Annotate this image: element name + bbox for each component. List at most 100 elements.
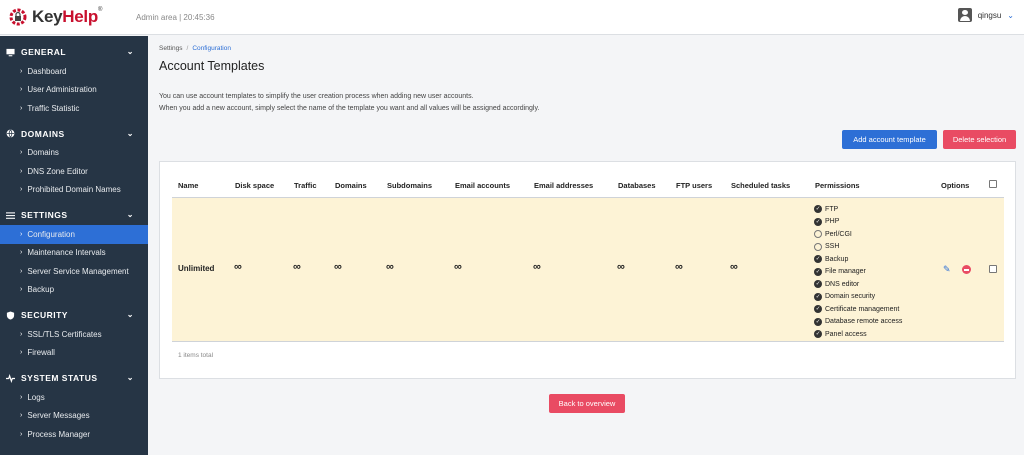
sidebar-item-traffic-statistic[interactable]: › Traffic Statistic <box>0 99 148 118</box>
col-email-addresses[interactable]: Email addresses <box>534 181 593 190</box>
scheduled-tasks-value: ∞ <box>730 261 738 273</box>
col-disk-space[interactable]: Disk space <box>235 181 274 190</box>
permission-item: ✓ Certificate management <box>814 303 902 316</box>
table-row[interactable]: Unlimited ∞ ∞ ∞ ∞ ∞ ∞ ∞ ∞ ∞ ✓ FTP ✓ PHP Perl… <box>172 198 1004 342</box>
col-name[interactable]: Name <box>178 181 198 190</box>
sidebar-section-general[interactable]: GENERAL ⌄ <box>0 42 148 62</box>
keyhelp-logo[interactable]: KeyHelp® <box>0 0 140 35</box>
section-title: SYSTEM STATUS <box>21 373 98 383</box>
permission-label: DNS editor <box>825 280 860 288</box>
sidebar-item-server-messages[interactable]: › Server Messages <box>0 407 148 426</box>
breadcrumb-settings[interactable]: Settings <box>159 45 183 52</box>
chevron-right-icon: › <box>20 412 23 420</box>
globe-icon <box>6 129 15 138</box>
empty-circle-icon <box>814 230 822 239</box>
check-circle-icon: ✓ <box>814 305 822 314</box>
sidebar-item-user-administration[interactable]: › User Administration <box>0 81 148 100</box>
shield-icon <box>6 310 15 320</box>
sidebar-item-prohibited-domain-names[interactable]: › Prohibited Domain Names <box>0 181 148 200</box>
sidebar-section-settings[interactable]: SETTINGS ⌄ <box>0 205 148 225</box>
chevron-right-icon: › <box>20 393 23 401</box>
delete-icon[interactable] <box>962 265 971 274</box>
permission-item: ✓ File manager <box>814 266 902 279</box>
permission-item: ✓ DNS editor <box>814 278 902 291</box>
sidebar-item-server-service-management[interactable]: › Server Service Management <box>0 262 148 281</box>
col-scheduled-tasks[interactable]: Scheduled tasks <box>731 181 790 190</box>
col-domains[interactable]: Domains <box>335 181 367 190</box>
permission-label: File manager <box>825 268 866 276</box>
sliders-icon <box>6 211 15 219</box>
sidebar-item-configuration[interactable]: › Configuration <box>0 225 148 244</box>
add-account-template-button[interactable]: Add account template <box>842 130 937 149</box>
page-description: You can use account templates to simplif… <box>159 93 540 112</box>
sidebar-section-system-status[interactable]: SYSTEM STATUS ⌄ <box>0 368 148 388</box>
col-permissions: Permissions <box>815 181 860 190</box>
traffic-value: ∞ <box>293 261 301 273</box>
chevron-right-icon: › <box>20 149 23 157</box>
admin-area-clock: Admin area | 20:45:36 <box>136 12 215 22</box>
username: qingsu <box>977 10 1002 20</box>
chevron-down-icon: ⌄ <box>1007 10 1014 20</box>
sidebar: GENERAL ⌄ › Dashboard › User Administratio… <box>0 36 148 455</box>
permission-item: ✓ Backup <box>814 253 902 266</box>
back-to-overview-button[interactable]: Back to overview <box>549 394 625 413</box>
sidebar-item-process-manager[interactable]: › Process Manager <box>0 425 148 444</box>
col-traffic[interactable]: Traffic <box>294 181 317 190</box>
chevron-down-icon: ⌄ <box>126 310 134 319</box>
templates-table: Name Disk space Traffic Domains Subdomai… <box>172 174 1004 368</box>
col-subdomains[interactable]: Subdomains <box>387 181 432 190</box>
chevron-right-icon: › <box>20 67 23 75</box>
delete-selection-button[interactable]: Delete selection <box>943 130 1016 149</box>
user-menu[interactable]: qingsu ⌄ <box>957 8 1014 22</box>
sidebar-item-ssl-tls-certificates[interactable]: › SSL/TLS Certificates <box>0 325 148 344</box>
page-title: Account Templates <box>159 59 265 73</box>
sidebar-item-backup[interactable]: › Backup <box>0 281 148 300</box>
subdomains-value: ∞ <box>386 261 394 273</box>
permission-label: Perl/CGI <box>825 230 852 238</box>
permission-label: Certificate management <box>825 305 900 313</box>
logo-text: KeyHelp® <box>32 7 103 26</box>
chevron-right-icon: › <box>20 186 23 194</box>
col-ftp-users[interactable]: FTP users <box>676 181 712 190</box>
empty-circle-icon <box>814 242 822 251</box>
template-name[interactable]: Unlimited <box>178 264 214 273</box>
permission-item: ✓ Panel access <box>814 328 902 341</box>
permission-label: Backup <box>825 255 849 263</box>
permission-item: ✓ PHP <box>814 216 902 229</box>
items-total: 1 items total <box>178 352 214 359</box>
sidebar-item-maintenance-intervals[interactable]: › Maintenance Intervals <box>0 244 148 263</box>
databases-value: ∞ <box>617 261 625 273</box>
col-email-accounts[interactable]: Email accounts <box>455 181 510 190</box>
check-circle-icon: ✓ <box>814 330 822 339</box>
chevron-right-icon: › <box>20 267 23 275</box>
chevron-right-icon: › <box>20 249 23 257</box>
sidebar-section-domains[interactable]: DOMAINS ⌄ <box>0 124 148 144</box>
permission-label: FTP <box>825 205 839 213</box>
row-select-checkbox[interactable] <box>989 265 997 273</box>
sidebar-item-domains[interactable]: › Domains <box>0 144 148 163</box>
col-options: Options <box>941 181 970 190</box>
permission-item: ✓ Database remote access <box>814 316 902 329</box>
permission-item: Perl/CGI <box>814 228 902 241</box>
sidebar-item-firewall[interactable]: › Firewall <box>0 344 148 363</box>
chevron-right-icon: › <box>20 330 23 338</box>
check-circle-icon: ✓ <box>814 255 822 264</box>
section-title: DOMAINS <box>21 128 65 139</box>
chevron-right-icon: › <box>20 286 23 294</box>
sidebar-section-security[interactable]: SECURITY ⌄ <box>0 305 148 325</box>
permission-label: Database remote access <box>825 318 903 326</box>
sidebar-item-logs[interactable]: › Logs <box>0 388 148 407</box>
col-databases[interactable]: Databases <box>618 181 656 190</box>
permission-label: PHP <box>825 218 840 226</box>
table-header: Name Disk space Traffic Domains Subdomai… <box>172 174 1004 198</box>
select-all-checkbox[interactable] <box>989 180 997 188</box>
sidebar-item-dashboard[interactable]: › Dashboard <box>0 62 148 81</box>
breadcrumb-configuration[interactable]: Configuration <box>192 45 231 52</box>
edit-pencil-icon[interactable]: ✎ <box>943 264 951 275</box>
chevron-down-icon: ⌄ <box>126 373 134 382</box>
permissions-list: ✓ FTP ✓ PHP Perl/CGI SSH ✓ Backup ✓ File manager ✓… <box>814 203 902 341</box>
sidebar-item-dns-zone-editor[interactable]: › DNS Zone Editor <box>0 162 148 181</box>
permission-label: SSH <box>825 243 840 251</box>
chevron-right-icon: › <box>20 230 23 238</box>
permission-item: ✓ Domain security <box>814 291 902 304</box>
